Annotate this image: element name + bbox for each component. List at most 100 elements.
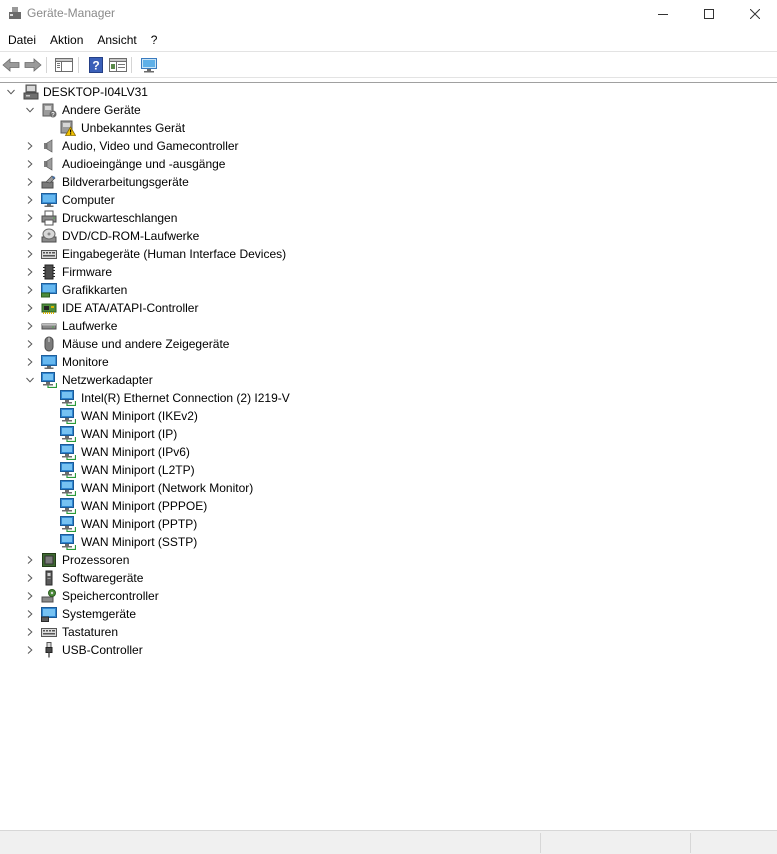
collapse-chevron-icon[interactable] [24,101,36,119]
back-icon[interactable] [1,55,21,75]
tree-item-label: Laufwerke [62,319,118,333]
expand-chevron-icon[interactable] [24,281,36,299]
expand-chevron-icon[interactable] [24,317,36,335]
expand-chevron-icon[interactable] [24,587,36,605]
show-hide-console-tree-icon[interactable] [54,55,74,75]
svg-text:?: ? [51,113,55,119]
tree-item-label: WAN Miniport (PPTP) [81,517,198,531]
tree-category-dvd-cd-rom-laufwerke[interactable]: DVD/CD-ROM-Laufwerke [0,227,777,245]
monitor-icon [41,192,57,208]
warning-device-icon [60,120,76,136]
tree-category-mause-und-andere-zeigegerate[interactable]: Mäuse und andere Zeigegeräte [0,335,777,353]
tree-category-computer[interactable]: Computer [0,191,777,209]
tree-device-wan-miniport-sstp[interactable]: WAN Miniport (SSTP) [0,533,777,551]
close-button[interactable] [732,0,777,28]
expand-chevron-icon[interactable] [24,209,36,227]
tree-category-eingabegerate-human-interface-devices[interactable]: Eingabegeräte (Human Interface Devices) [0,245,777,263]
tree-category-softwaregerate[interactable]: Softwaregeräte [0,569,777,587]
properties-icon[interactable] [108,55,128,75]
help-icon[interactable]: ? [86,55,106,75]
scan-hardware-icon[interactable] [139,55,159,75]
keyboard-icon [41,624,57,640]
expand-chevron-icon[interactable] [24,335,36,353]
network-adapter-icon [60,408,76,424]
menu-ansicht[interactable]: Ansicht [90,30,143,50]
tree-category-systemgerate[interactable]: Systemgeräte [0,605,777,623]
forward-icon[interactable] [23,55,43,75]
tree-device-wan-miniport-ikev2[interactable]: WAN Miniport (IKEv2) [0,407,777,425]
ide-controller-icon [41,300,57,316]
tree-device-wan-miniport-ipv6[interactable]: WAN Miniport (IPv6) [0,443,777,461]
menu-datei[interactable]: Datei [0,30,43,50]
tree-item-label: Monitore [62,355,109,369]
tree-category-speichercontroller[interactable]: Speichercontroller [0,587,777,605]
tree-item-label: Unbekanntes Gerät [81,121,186,135]
tree-category-audioeingange-und-ausgange[interactable]: Audioeingänge und -ausgänge [0,155,777,173]
tree-item-label: WAN Miniport (Network Monitor) [81,481,254,495]
expand-chevron-icon[interactable] [24,641,36,659]
expand-chevron-icon[interactable] [24,191,36,209]
network-adapter-icon [60,462,76,478]
tree-device-wan-miniport-ip[interactable]: WAN Miniport (IP) [0,425,777,443]
tree-device-wan-miniport-l2tp[interactable]: WAN Miniport (L2TP) [0,461,777,479]
window-title: Geräte-Manager [27,6,116,20]
tree-item-label: IDE ATA/ATAPI-Controller [62,301,199,315]
monitor-icon [41,354,57,370]
tree-category-monitore[interactable]: Monitore [0,353,777,371]
expand-chevron-icon[interactable] [24,299,36,317]
expand-chevron-icon[interactable] [24,623,36,641]
tree-device-wan-miniport-pppoe[interactable]: WAN Miniport (PPPOE) [0,497,777,515]
tree-device-intel-r-ethernet-connection-2-i219-v[interactable]: Intel(R) Ethernet Connection (2) I219-V [0,389,777,407]
tree-device-wan-miniport-pptp[interactable]: WAN Miniport (PPTP) [0,515,777,533]
expand-chevron-icon[interactable] [24,245,36,263]
network-adapter-icon [60,390,76,406]
toolbar-separator [78,57,79,73]
tree-category-ide-ata-atapi-controller[interactable]: IDE ATA/ATAPI-Controller [0,299,777,317]
tree-item-label: DVD/CD-ROM-Laufwerke [62,229,200,243]
speaker-icon [41,138,57,154]
processor-icon [41,552,57,568]
toolbar-separator [131,57,132,73]
title-bar: Geräte-Manager [0,0,777,28]
tree-category-tastaturen[interactable]: Tastaturen [0,623,777,641]
collapse-chevron-icon[interactable] [5,83,17,101]
tree-category-prozessoren[interactable]: Prozessoren [0,551,777,569]
device-tree[interactable]: DESKTOP-I04LV31? Andere Geräte Unbekanntes… [0,82,777,830]
tree-category-laufwerke[interactable]: Laufwerke [0,317,777,335]
tree-category-usb-controller[interactable]: USB-Controller [0,641,777,659]
menu-bar: Datei Aktion Ansicht ? [0,30,777,50]
menu-help[interactable]: ? [144,30,165,50]
maximize-button[interactable] [686,0,732,28]
tree-item-label: Andere Geräte [62,103,141,117]
disk-drive-icon [41,318,57,334]
tree-item-label: Audio, Video und Gamecontroller [62,139,239,153]
expand-chevron-icon[interactable] [24,263,36,281]
expand-chevron-icon[interactable] [24,137,36,155]
tree-device-unbekanntes-gerat[interactable]: Unbekanntes Gerät [0,119,777,137]
tree-category-firmware[interactable]: Firmware [0,263,777,281]
tree-category-grafikkarten[interactable]: Grafikkarten [0,281,777,299]
tree-category-andere-gerate[interactable]: ? Andere Geräte [0,101,777,119]
expand-chevron-icon[interactable] [24,605,36,623]
tree-item-label: WAN Miniport (L2TP) [81,463,195,477]
tree-item-label: Intel(R) Ethernet Connection (2) I219-V [81,391,290,405]
expand-chevron-icon[interactable] [24,353,36,371]
tree-item-label: WAN Miniport (IP) [81,427,178,441]
expand-chevron-icon[interactable] [24,173,36,191]
tree-category-druckwarteschlangen[interactable]: Druckwarteschlangen [0,209,777,227]
chip-icon [41,264,57,280]
menu-aktion[interactable]: Aktion [43,30,90,50]
tree-category-bildverarbeitungsgerate[interactable]: Bildverarbeitungsgeräte [0,173,777,191]
tree-root-desktop-i04lv31[interactable]: DESKTOP-I04LV31 [0,83,777,101]
tree-category-audio-video-und-gamecontroller[interactable]: Audio, Video und Gamecontroller [0,137,777,155]
expand-chevron-icon[interactable] [24,551,36,569]
expand-chevron-icon[interactable] [24,227,36,245]
tree-device-wan-miniport-network-monitor[interactable]: WAN Miniport (Network Monitor) [0,479,777,497]
minimize-button[interactable] [640,0,686,28]
expand-chevron-icon[interactable] [24,155,36,173]
tree-item-label: DESKTOP-I04LV31 [43,85,148,99]
network-adapter-icon [60,480,76,496]
collapse-chevron-icon[interactable] [24,371,36,389]
tree-category-netzwerkadapter[interactable]: Netzwerkadapter [0,371,777,389]
expand-chevron-icon[interactable] [24,569,36,587]
